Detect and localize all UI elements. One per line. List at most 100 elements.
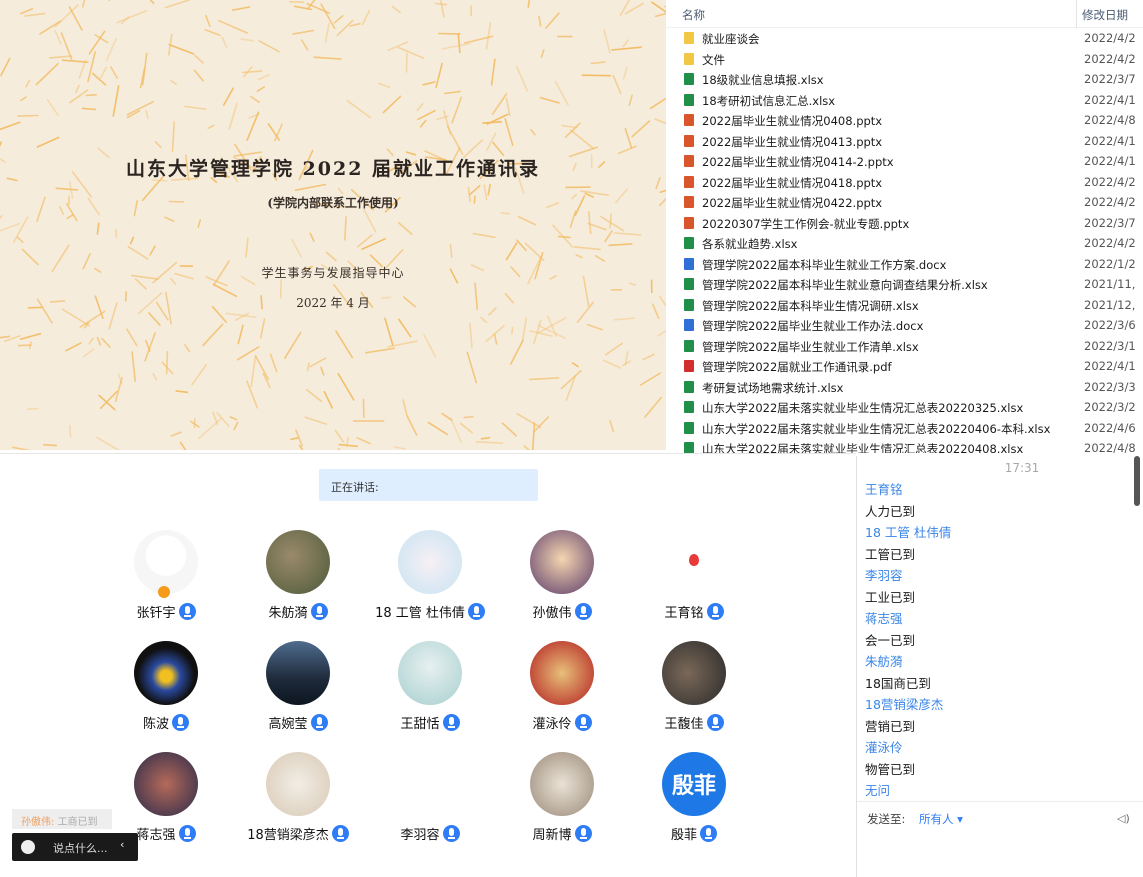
file-row[interactable]: 管理学院2022届毕业生就业工作清单.xlsx 2022/3/1	[666, 336, 1143, 357]
avatar[interactable]: 殷菲	[662, 752, 726, 816]
avatar[interactable]	[266, 641, 330, 705]
file-row[interactable]: 考研复试场地需求统计.xlsx 2022/3/3	[666, 377, 1143, 398]
file-name[interactable]: 就业座谈会	[702, 31, 760, 47]
file-row[interactable]: 山东大学2022届未落实就业毕业生情况汇总表20220408.xlsx 2022/…	[666, 438, 1143, 453]
avatar[interactable]	[134, 530, 198, 594]
file-row[interactable]: 管理学院2022届本科毕业生情况调研.xlsx 2021/12,	[666, 295, 1143, 316]
send-to-dropdown[interactable]: 所有人 ▾	[919, 811, 963, 827]
send-to-selector[interactable]: 发送至: 所有人 ▾	[867, 811, 963, 827]
microphone-icon[interactable]	[310, 603, 328, 620]
avatar[interactable]	[398, 641, 462, 705]
file-row[interactable]: 2022届毕业生就业情况0422.pptx 2022/4/2	[666, 192, 1143, 213]
microphone-icon[interactable]	[574, 825, 592, 842]
speaker-icon[interactable]: ◁)	[1117, 812, 1130, 825]
avatar[interactable]	[530, 641, 594, 705]
participant-tile[interactable]: 李羽容	[364, 748, 496, 848]
file-name[interactable]: 各系就业趋势.xlsx	[702, 236, 797, 252]
file-row[interactable]: 管理学院2022届本科毕业生就业工作方案.docx 2022/1/2	[666, 254, 1143, 275]
file-row[interactable]: 20220307学生工作例会-就业专题.pptx 2022/3/7	[666, 213, 1143, 234]
participant-tile[interactable]: 18营销梁彦杰	[232, 748, 364, 848]
microphone-icon[interactable]	[442, 825, 460, 842]
file-name[interactable]: 2022届毕业生就业情况0414-2.pptx	[702, 154, 894, 170]
avatar[interactable]	[662, 641, 726, 705]
file-name[interactable]: 山东大学2022届未落实就业毕业生情况汇总表20220408.xlsx	[702, 441, 1023, 453]
participant-tile[interactable]: 王育铭	[628, 526, 760, 626]
file-row[interactable]: 2022届毕业生就业情况0408.pptx 2022/4/8	[666, 110, 1143, 131]
avatar[interactable]	[530, 530, 594, 594]
emoji-icon[interactable]	[21, 840, 35, 854]
participant-tile[interactable]: 孙傲伟	[496, 526, 628, 626]
microphone-icon[interactable]	[700, 825, 717, 842]
collapse-chevron-icon[interactable]: ‹	[120, 838, 124, 851]
file-row[interactable]: 管理学院2022届本科毕业生就业意向调查结果分析.xlsx 2021/11,	[666, 274, 1143, 295]
avatar[interactable]	[530, 752, 594, 816]
file-row[interactable]: 18考研初试信息汇总.xlsx 2022/4/1	[666, 90, 1143, 111]
participant-tile[interactable]: 周新博	[496, 748, 628, 848]
avatar[interactable]	[662, 530, 726, 594]
microphone-icon[interactable]	[442, 714, 460, 731]
participant-tile[interactable]: 王馥佳	[628, 637, 760, 737]
file-row[interactable]: 18级就业信息填报.xlsx 2022/3/7	[666, 69, 1143, 90]
participant-tile[interactable]: 18 工管 杜伟倩	[364, 526, 496, 626]
file-row[interactable]: 就业座谈会 2022/4/2	[666, 28, 1143, 49]
file-name[interactable]: 20220307学生工作例会-就业专题.pptx	[702, 216, 909, 232]
file-name[interactable]: 管理学院2022届毕业生就业工作清单.xlsx	[702, 339, 919, 355]
file-name[interactable]: 管理学院2022届本科毕业生情况调研.xlsx	[702, 298, 919, 314]
file-row[interactable]: 山东大学2022届未落实就业毕业生情况汇总表20220406-本科.xlsx 20…	[666, 418, 1143, 439]
file-row[interactable]: 文件 2022/4/2	[666, 49, 1143, 70]
participant-tile[interactable]: 朱舫漪	[232, 526, 364, 626]
file-name[interactable]: 2022届毕业生就业情况0418.pptx	[702, 175, 882, 191]
file-row[interactable]: 2022届毕业生就业情况0413.pptx 2022/4/1	[666, 131, 1143, 152]
avatar[interactable]	[266, 752, 330, 816]
participant-tile[interactable]: 张钎宇	[100, 526, 232, 626]
column-separator[interactable]	[1076, 0, 1077, 28]
avatar[interactable]	[134, 752, 198, 816]
file-name[interactable]: 管理学院2022届本科毕业生就业工作方案.docx	[702, 257, 946, 273]
file-name[interactable]: 管理学院2022届本科毕业生就业意向调查结果分析.xlsx	[702, 277, 988, 293]
file-row[interactable]: 各系就业趋势.xlsx 2022/4/2	[666, 233, 1143, 254]
file-modified-date: 2022/4/1	[1084, 154, 1136, 168]
avatar[interactable]	[266, 530, 330, 594]
avatar[interactable]	[398, 530, 462, 594]
microphone-icon[interactable]	[706, 714, 724, 731]
participant-tile[interactable]: 王甜恬	[364, 637, 496, 737]
participant-tile[interactable]: 殷菲 殷菲	[628, 748, 760, 848]
chat-input-placeholder[interactable]: 说点什么...	[53, 840, 108, 856]
file-modified-date: 2022/4/2	[1084, 236, 1136, 250]
microphone-icon[interactable]	[331, 825, 349, 842]
file-name[interactable]: 18考研初试信息汇总.xlsx	[702, 93, 835, 109]
file-row[interactable]: 2022届毕业生就业情况0414-2.pptx 2022/4/1	[666, 151, 1143, 172]
file-name[interactable]: 山东大学2022届未落实就业毕业生情况汇总表20220325.xlsx	[702, 400, 1023, 416]
file-name[interactable]: 2022届毕业生就业情况0408.pptx	[702, 113, 882, 129]
microphone-icon[interactable]	[706, 603, 724, 620]
file-name[interactable]: 山东大学2022届未落实就业毕业生情况汇总表20220406-本科.xlsx	[702, 421, 1050, 437]
file-row[interactable]: 2022届毕业生就业情况0418.pptx 2022/4/2	[666, 172, 1143, 193]
file-name[interactable]: 管理学院2022届毕业生就业工作办法.docx	[702, 318, 923, 334]
participant-tile[interactable]: 陈波	[100, 637, 232, 737]
chat-input-bar[interactable]: 说点什么... ‹	[12, 833, 138, 861]
participant-tile[interactable]: 灌泳伶	[496, 637, 628, 737]
file-row[interactable]: 管理学院2022届毕业生就业工作办法.docx 2022/3/6	[666, 315, 1143, 336]
pdf-file-icon	[684, 360, 694, 372]
file-row[interactable]: 山东大学2022届未落实就业毕业生情况汇总表20220325.xlsx 2022/…	[666, 397, 1143, 418]
avatar[interactable]	[134, 641, 198, 705]
file-row[interactable]: 管理学院2022届就业工作通讯录.pdf 2022/4/1	[666, 356, 1143, 377]
file-name[interactable]: 2022届毕业生就业情况0422.pptx	[702, 195, 882, 211]
file-name[interactable]: 文件	[702, 52, 725, 68]
file-name[interactable]: 考研复试场地需求统计.xlsx	[702, 380, 843, 396]
microphone-icon[interactable]	[178, 603, 196, 620]
microphone-icon[interactable]	[172, 714, 189, 731]
column-header-date[interactable]: 修改日期	[1082, 7, 1128, 23]
microphone-icon[interactable]	[178, 825, 196, 842]
microphone-icon[interactable]	[574, 603, 592, 620]
avatar[interactable]	[398, 752, 462, 816]
file-name[interactable]: 18级就业信息填报.xlsx	[702, 72, 824, 88]
microphone-icon[interactable]	[467, 603, 485, 620]
microphone-icon[interactable]	[574, 714, 592, 731]
column-header-name[interactable]: 名称	[682, 7, 705, 23]
participant-tile[interactable]: 高婉莹	[232, 637, 364, 737]
file-name[interactable]: 管理学院2022届就业工作通讯录.pdf	[702, 359, 892, 375]
participant-name: 王馥佳	[664, 717, 704, 732]
microphone-icon[interactable]	[310, 714, 328, 731]
file-name[interactable]: 2022届毕业生就业情况0413.pptx	[702, 134, 882, 150]
